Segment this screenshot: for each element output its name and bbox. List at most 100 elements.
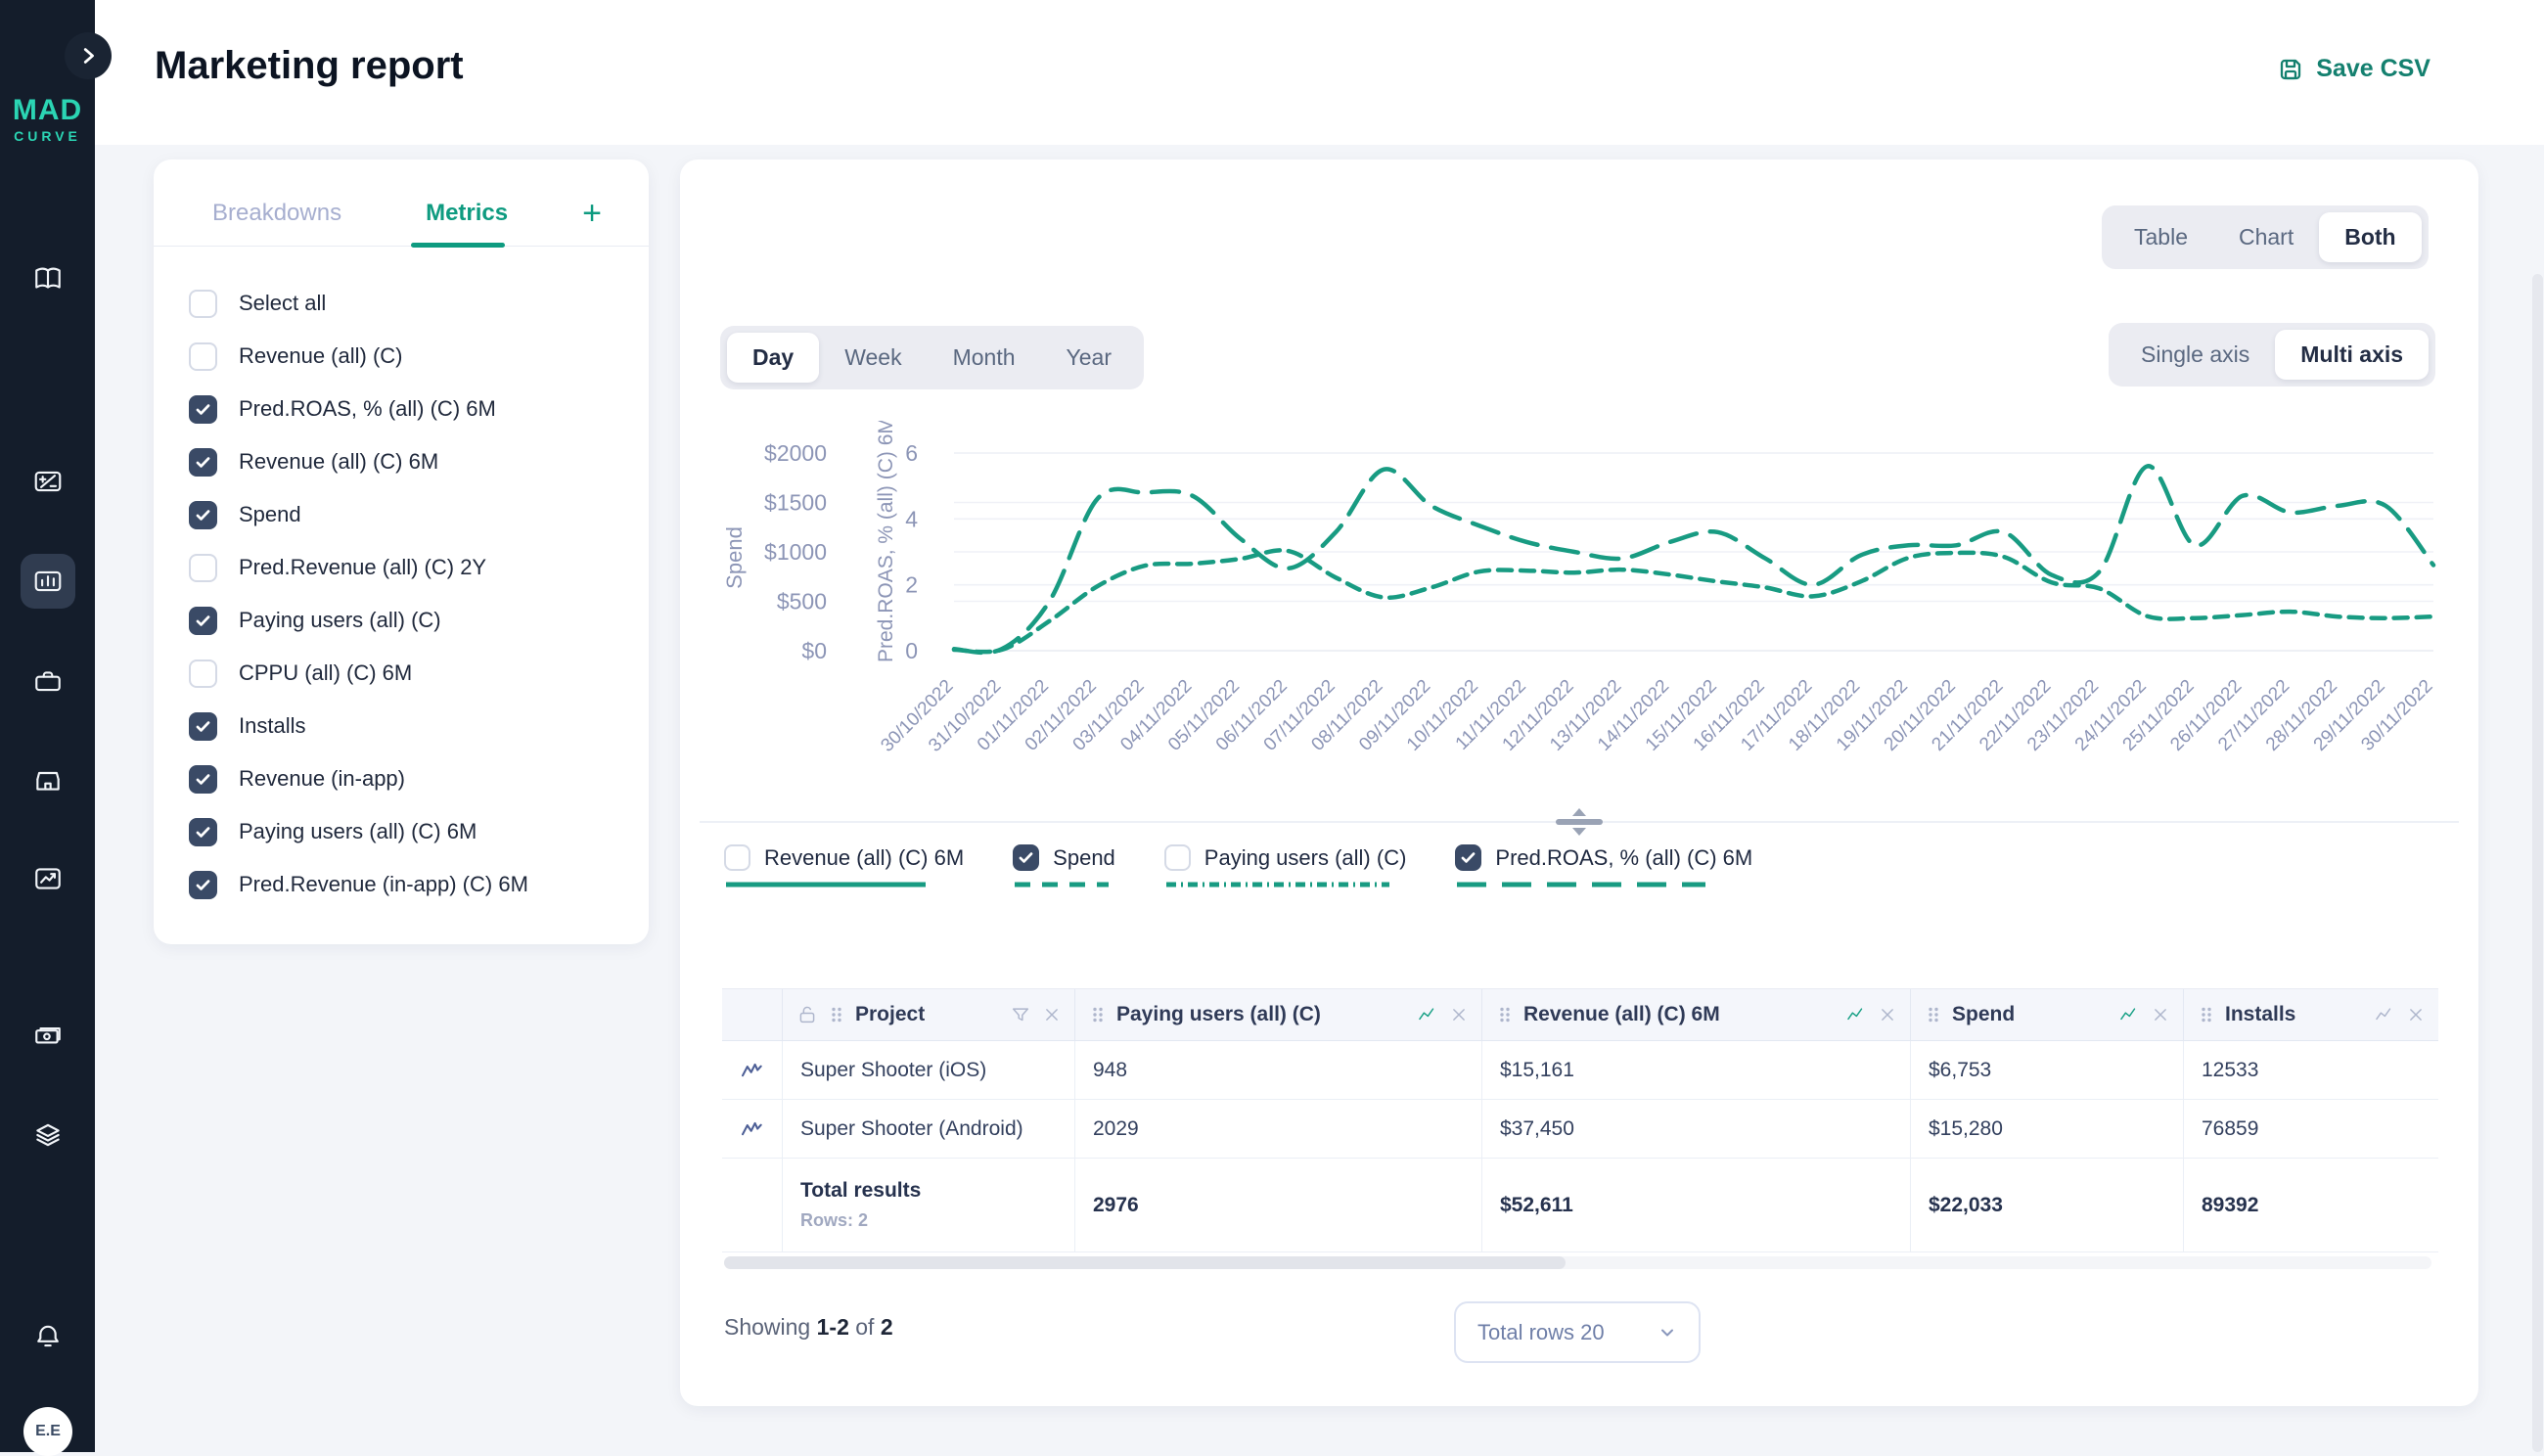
metric-item[interactable]: CPPU (all) (C) 6M <box>189 647 629 700</box>
legend-checkbox[interactable] <box>724 844 750 871</box>
svg-text:2: 2 <box>905 572 918 598</box>
sidebar-collapse-button[interactable] <box>65 32 112 79</box>
metric-checkbox[interactable] <box>189 765 217 794</box>
column-header-revenue-all-c-6m[interactable]: Revenue (all) (C) 6M <box>1482 989 1911 1041</box>
metric-item[interactable]: Installs <box>189 700 629 752</box>
drag-icon[interactable] <box>828 1006 845 1024</box>
granularity-option-week[interactable]: Week <box>819 333 927 383</box>
value-cell: 12533 <box>2184 1041 2438 1100</box>
legend-checkbox[interactable] <box>1455 844 1481 871</box>
filter-icon[interactable] <box>1010 1004 1031 1025</box>
svg-text:$2000: $2000 <box>764 440 827 466</box>
legend-item[interactable]: Paying users (all) (C) <box>1164 844 1407 888</box>
value-cell: $15,161 <box>1482 1041 1911 1100</box>
trend-icon[interactable] <box>2118 1004 2140 1025</box>
metric-checkbox[interactable] <box>189 501 217 529</box>
store-icon <box>32 765 64 796</box>
metric-checkbox[interactable] <box>189 818 217 846</box>
trend-icon[interactable] <box>1845 1004 1867 1025</box>
granularity-option-day[interactable]: Day <box>727 333 819 383</box>
metric-item[interactable]: Paying users (all) (C) 6M <box>189 805 629 858</box>
svg-text:6: 6 <box>905 440 918 466</box>
view-toggle-option-both[interactable]: Both <box>2319 212 2421 262</box>
page-vertical-scrollbar[interactable] <box>2532 274 2543 1452</box>
sidebar-item-bell[interactable] <box>0 1309 95 1364</box>
drag-icon[interactable] <box>1089 1006 1107 1024</box>
legend-checkbox[interactable] <box>1164 844 1191 871</box>
axis-mode-option-multi-axis[interactable]: Multi axis <box>2275 330 2429 380</box>
metric-item[interactable]: Pred.ROAS, % (all) (C) 6M <box>189 383 629 435</box>
metric-item[interactable]: Revenue (all) (C) <box>189 330 629 383</box>
sidebar-item-bar-chart[interactable] <box>0 554 95 609</box>
drag-icon[interactable] <box>1496 1006 1514 1024</box>
chart-resize-handle[interactable] <box>700 817 2459 827</box>
sidebar-item-cash[interactable] <box>0 1008 95 1063</box>
metric-checkbox[interactable] <box>189 448 217 477</box>
drag-icon[interactable] <box>2198 1006 2215 1024</box>
sidebar-item-image-chart[interactable] <box>0 851 95 906</box>
metric-item[interactable]: Revenue (all) (C) 6M <box>189 435 629 488</box>
image-chart-icon <box>32 863 64 894</box>
row-chart-toggle[interactable] <box>722 1100 783 1159</box>
metric-checkbox[interactable] <box>189 290 217 318</box>
scrollbar-thumb[interactable] <box>724 1256 1566 1269</box>
metric-item[interactable]: Select all <box>189 277 629 330</box>
metric-checkbox[interactable] <box>189 554 217 582</box>
trend-icon[interactable] <box>1417 1004 1438 1025</box>
sidebar-item-calculator[interactable] <box>0 454 95 509</box>
metric-list: Select all Revenue (all) (C) Pred.ROAS, … <box>189 277 629 911</box>
series-pred-roas-all-c-6m <box>954 466 2433 653</box>
table-horizontal-scrollbar[interactable] <box>724 1256 2431 1269</box>
total-rows-select[interactable]: Total rows 20 <box>1454 1301 1701 1363</box>
legend-item[interactable]: Revenue (all) (C) 6M <box>724 844 964 888</box>
legend-item[interactable]: Spend <box>1013 844 1115 888</box>
close-icon[interactable] <box>2405 1004 2427 1025</box>
view-toggle-option-chart[interactable]: Chart <box>2213 212 2319 262</box>
close-icon[interactable] <box>2150 1004 2171 1025</box>
tab-breakdowns[interactable]: Breakdowns <box>212 200 341 227</box>
metric-item[interactable]: Revenue (in-app) <box>189 752 629 805</box>
metric-item[interactable]: Paying users (all) (C) <box>189 594 629 647</box>
metric-label: Select all <box>239 291 326 316</box>
project-cell: Super Shooter (iOS) <box>783 1041 1075 1100</box>
metric-item[interactable]: Pred.Revenue (in-app) (C) 6M <box>189 858 629 911</box>
metric-label: CPPU (all) (C) 6M <box>239 660 412 686</box>
metric-checkbox[interactable] <box>189 395 217 424</box>
view-toggle-option-table[interactable]: Table <box>2109 212 2213 262</box>
svg-text:$1000: $1000 <box>764 539 827 565</box>
legend-checkbox[interactable] <box>1013 844 1039 871</box>
sidebar-item-briefcase[interactable] <box>0 654 95 708</box>
metric-label: Installs <box>239 713 305 739</box>
close-icon[interactable] <box>1877 1004 1898 1025</box>
tab-metrics[interactable]: Metrics <box>426 200 508 227</box>
close-icon[interactable] <box>1041 1004 1063 1025</box>
granularity-option-year[interactable]: Year <box>1041 333 1137 383</box>
metric-label: Revenue (in-app) <box>239 766 405 792</box>
granularity-option-month[interactable]: Month <box>928 333 1041 383</box>
metric-checkbox[interactable] <box>189 712 217 741</box>
drag-icon[interactable] <box>1925 1006 1942 1024</box>
sidebar-item-layers[interactable] <box>0 1108 95 1162</box>
legend-item[interactable]: Pred.ROAS, % (all) (C) 6M <box>1455 844 1752 888</box>
value-cell: 76859 <box>2184 1100 2438 1159</box>
sidebar-item-book[interactable] <box>0 251 95 306</box>
metric-checkbox[interactable] <box>189 660 217 688</box>
column-header-project[interactable]: Project <box>783 989 1075 1041</box>
metric-checkbox[interactable] <box>189 871 217 899</box>
column-header-paying-users-all-c-[interactable]: Paying users (all) (C) <box>1075 989 1482 1041</box>
metric-checkbox[interactable] <box>189 607 217 635</box>
column-header-installs[interactable]: Installs <box>2184 989 2438 1041</box>
add-metric-button[interactable]: + <box>582 197 602 230</box>
row-chart-toggle[interactable] <box>722 1041 783 1100</box>
trend-icon[interactable] <box>2374 1004 2395 1025</box>
save-csv-button[interactable]: Save CSV <box>2277 55 2430 83</box>
sidebar-item-store[interactable] <box>0 753 95 808</box>
metric-checkbox[interactable] <box>189 342 217 371</box>
close-icon[interactable] <box>1448 1004 1470 1025</box>
metric-item[interactable]: Spend <box>189 488 629 541</box>
user-avatar[interactable]: E.E <box>23 1407 72 1456</box>
axis-mode-option-single-axis[interactable]: Single axis <box>2115 330 2275 380</box>
lock-icon[interactable] <box>796 1004 818 1025</box>
metric-item[interactable]: Pred.Revenue (all) (C) 2Y <box>189 541 629 594</box>
column-header-spend[interactable]: Spend <box>1911 989 2184 1041</box>
